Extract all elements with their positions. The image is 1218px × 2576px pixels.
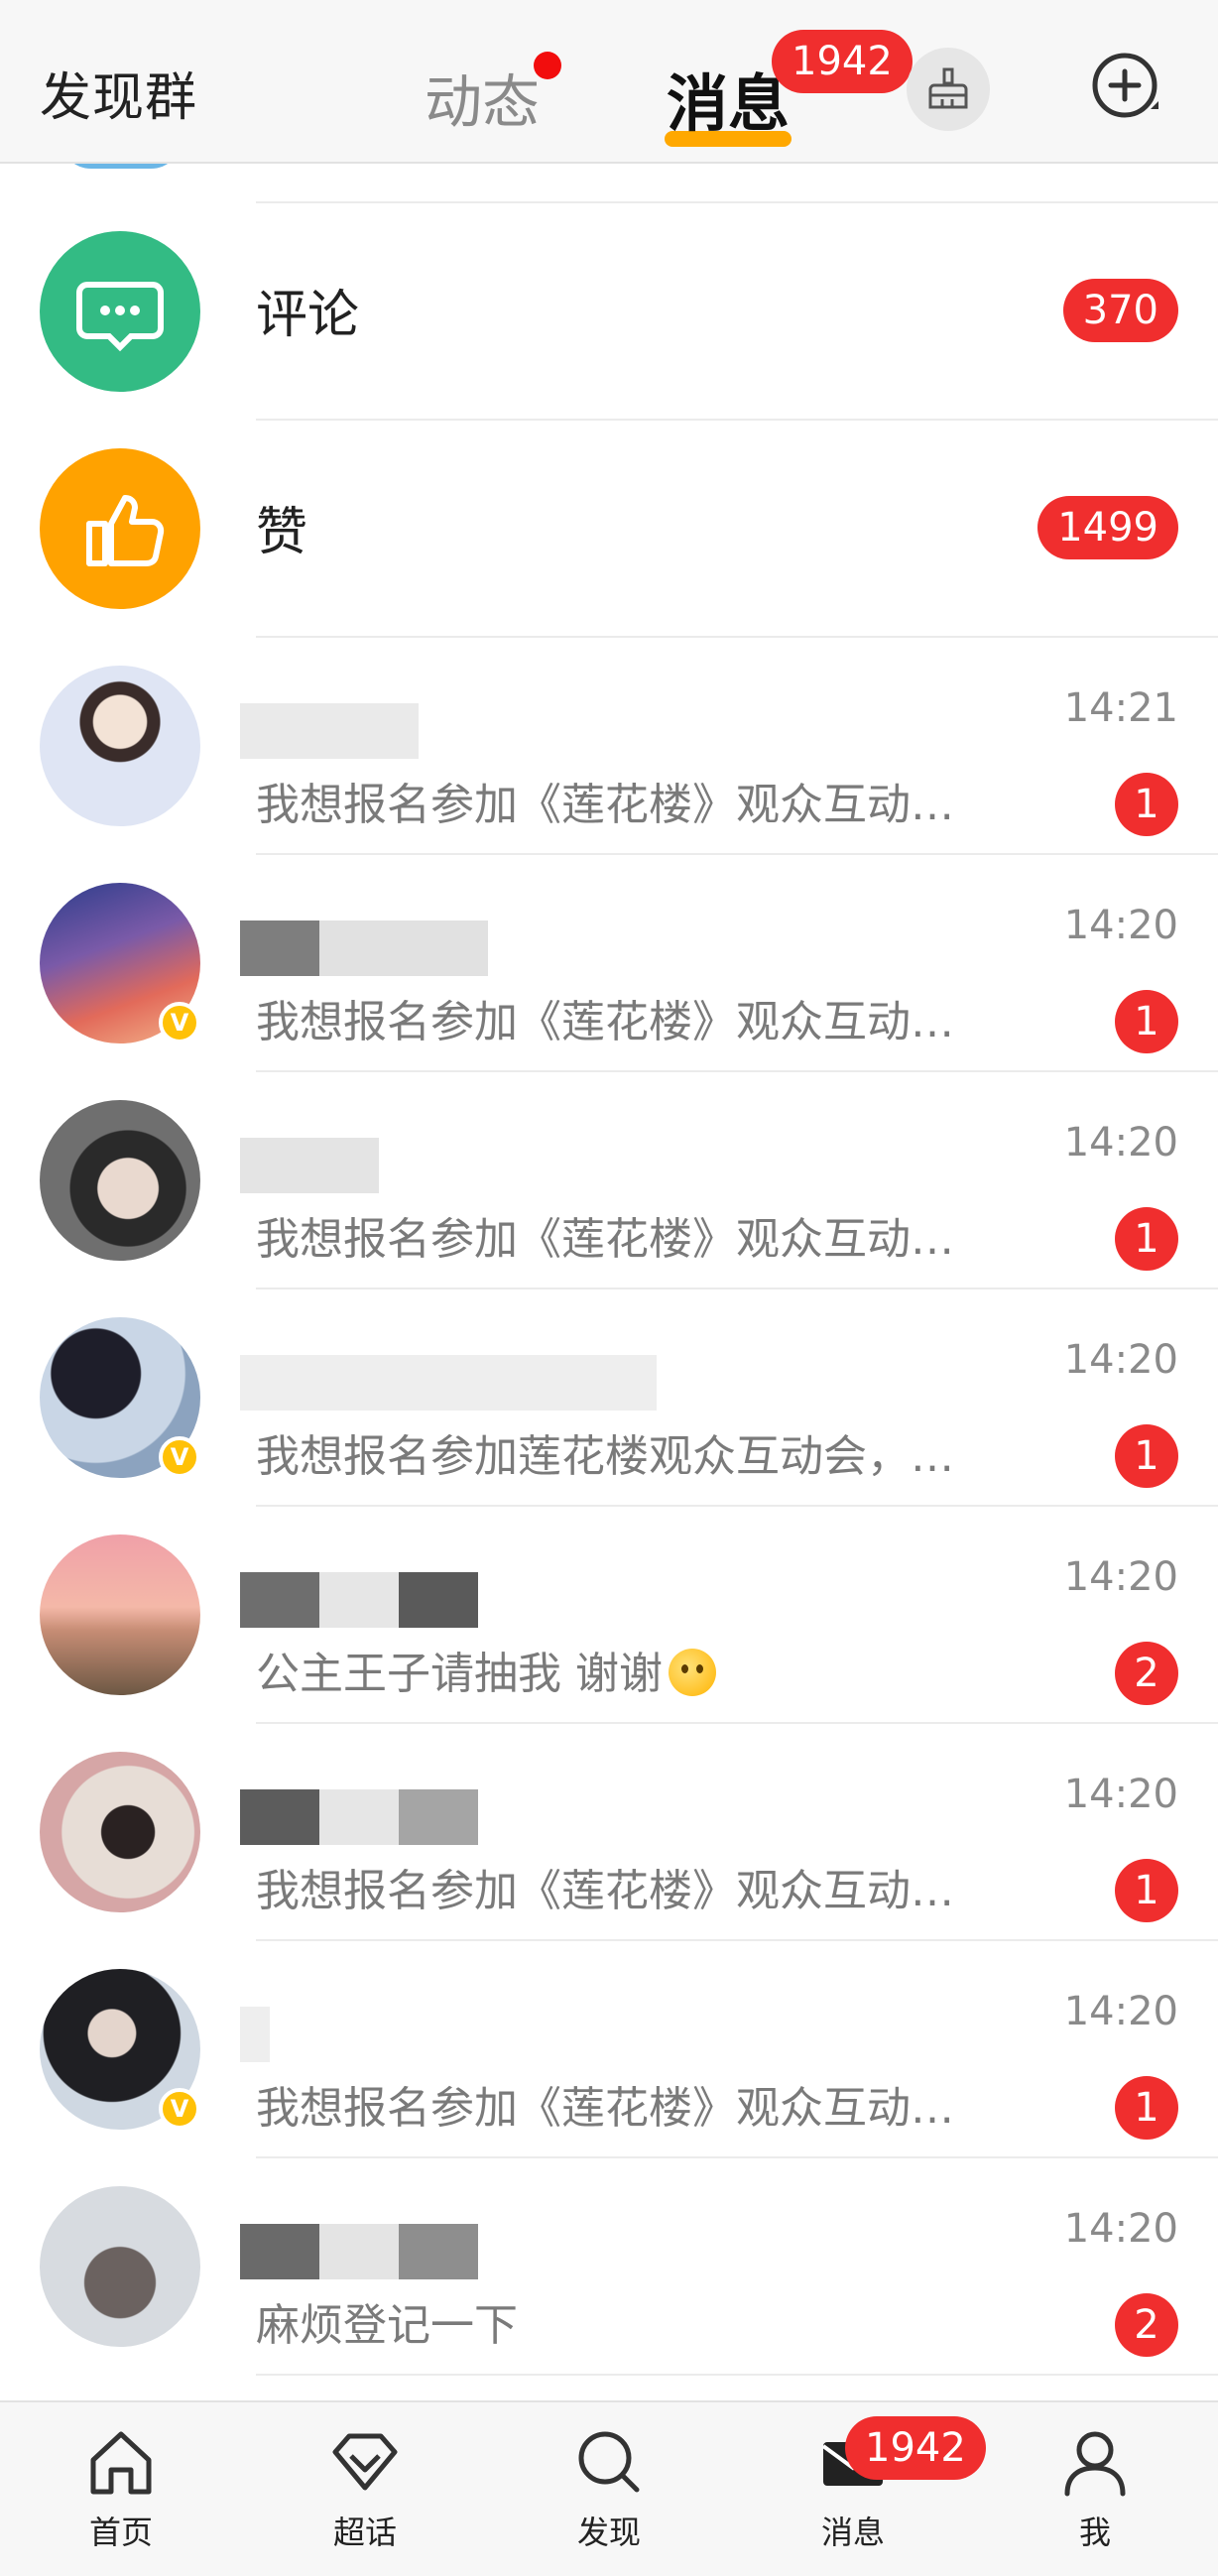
message-preview: 我想报名参加《莲花楼》观众互动… [256, 780, 954, 830]
diamond-icon [332, 2433, 398, 2491]
message-time: 14:21 [1063, 685, 1178, 731]
unread-badge: 2 [1115, 2293, 1178, 2357]
nav-home[interactable]: 首页 [52, 2422, 190, 2561]
conversation-row[interactable]: V 14:20 我想报名参加莲花楼观众互动会，… 1 [0, 1289, 1218, 1506]
unread-badge: 1 [1115, 1207, 1178, 1271]
conversation-row[interactable]: 14:20 我想报名参加《莲花楼》观众互动… 1 [0, 1724, 1218, 1940]
username-redacted [240, 1572, 478, 1628]
username-redacted [240, 1138, 379, 1193]
conversation-row[interactable]: 14:20 麻烦登记一下 2 [0, 2158, 1218, 2375]
message-preview: 我想报名参加莲花楼观众互动会，… [256, 1431, 954, 1482]
message-time: 14:20 [1063, 1989, 1178, 2034]
new-message-button[interactable] [1087, 48, 1166, 127]
comments-count-badge: 370 [1062, 279, 1178, 342]
avatar [40, 666, 200, 826]
home-icon [90, 2431, 152, 2495]
tab-feed-label: 动态 [425, 68, 541, 136]
tab-messages[interactable]: 消息 [665, 54, 792, 147]
unread-badge: 1 [1115, 1424, 1178, 1488]
plus-circle-icon [1092, 53, 1158, 118]
comment-icon [40, 231, 200, 392]
smiling-face-emoji-icon [669, 1649, 716, 1696]
username-redacted [240, 703, 419, 759]
new-activity-dot [534, 52, 562, 79]
message-preview: 公主王子请抽我 谢谢 [256, 1638, 1010, 1701]
avatar [40, 1534, 200, 1695]
top-bar: 发现群 动态 消息 1942 [0, 0, 1218, 164]
message-preview: 我想报名参加《莲花楼》观众互动… [256, 1214, 954, 1265]
message-time: 14:20 [1063, 903, 1178, 948]
likes-row[interactable]: 赞 1499 [0, 421, 1218, 637]
message-preview: 我想报名参加《莲花楼》观众互动… [256, 997, 954, 1047]
username-redacted [240, 1355, 657, 1411]
comments-row[interactable]: 评论 370 [0, 203, 1218, 420]
message-time: 14:20 [1063, 2206, 1178, 2252]
clear-unread-button[interactable] [907, 48, 990, 131]
message-time: 14:20 [1063, 1337, 1178, 1383]
avatar [40, 1752, 200, 1912]
message-preview: 麻烦登记一下 [256, 2300, 518, 2351]
conversation-row[interactable]: 14:20 我想报名参加《莲花楼》观众互动… 1 [0, 1072, 1218, 1288]
broom-icon [928, 67, 968, 109]
nav-me-label: 我 [1078, 2514, 1111, 2551]
bottom-nav: 首页 超话 发现 消息 1942 我 [0, 2400, 1218, 2576]
thumbs-up-icon [40, 448, 200, 609]
unread-badge: 1 [1115, 2076, 1178, 2140]
search-icon [578, 2431, 640, 2493]
nav-super-topic[interactable]: 超话 [296, 2422, 434, 2561]
verified-badge-icon: V [159, 1002, 200, 1043]
unread-badge: 2 [1115, 1642, 1178, 1705]
username-redacted [240, 2007, 270, 2062]
conversation-row[interactable]: 14:20 公主王子请抽我 谢谢 2 [0, 1507, 1218, 1723]
avatar [40, 1100, 200, 1261]
avatar [40, 2186, 200, 2347]
conversation-row[interactable]: 14:21 我想报名参加《莲花楼》观众互动… 1 [0, 638, 1218, 854]
divider [256, 2374, 1218, 2376]
message-preview: 我想报名参加《莲花楼》观众互动… [256, 1866, 954, 1916]
comments-title: 评论 [256, 286, 360, 345]
unread-badge: 1 [1115, 1859, 1178, 1922]
username-redacted [240, 1789, 478, 1845]
verified-badge-icon: V [159, 1436, 200, 1478]
tab-messages-label: 消息 [667, 67, 791, 140]
unread-badge: 1 [1115, 773, 1178, 836]
nav-discover[interactable]: 发现 [540, 2422, 678, 2561]
nav-messages-label: 消息 [820, 2514, 885, 2551]
unread-badge: 1 [1115, 990, 1178, 1053]
nav-home-label: 首页 [88, 2514, 153, 2551]
conversation-row[interactable]: V 14:20 我想报名参加《莲花楼》观众互动… 1 [0, 855, 1218, 1071]
nav-discover-label: 发现 [576, 2514, 641, 2551]
message-preview: 我想报名参加《莲花楼》观众互动… [256, 2083, 954, 2134]
message-time: 14:20 [1063, 1772, 1178, 1817]
nav-messages-badge: 1942 [845, 2416, 986, 2480]
messages-count-badge: 1942 [772, 30, 913, 93]
person-icon [1064, 2431, 1126, 2497]
nav-super-topic-label: 超话 [332, 2514, 397, 2551]
message-time: 14:20 [1063, 1120, 1178, 1165]
likes-title: 赞 [256, 503, 308, 562]
message-time: 14:20 [1063, 1554, 1178, 1600]
likes-count-badge: 1499 [1037, 496, 1178, 559]
nav-me[interactable]: 我 [1026, 2422, 1164, 2561]
username-redacted [240, 920, 488, 976]
conversation-row[interactable]: V 14:20 我想报名参加《莲花楼》观众互动… 1 [0, 1941, 1218, 2157]
discover-groups-button[interactable]: 发现群 [40, 56, 197, 130]
verified-badge-icon: V [159, 2088, 200, 2130]
username-redacted [240, 2224, 478, 2279]
tab-feed[interactable]: 动态 [425, 52, 562, 139]
